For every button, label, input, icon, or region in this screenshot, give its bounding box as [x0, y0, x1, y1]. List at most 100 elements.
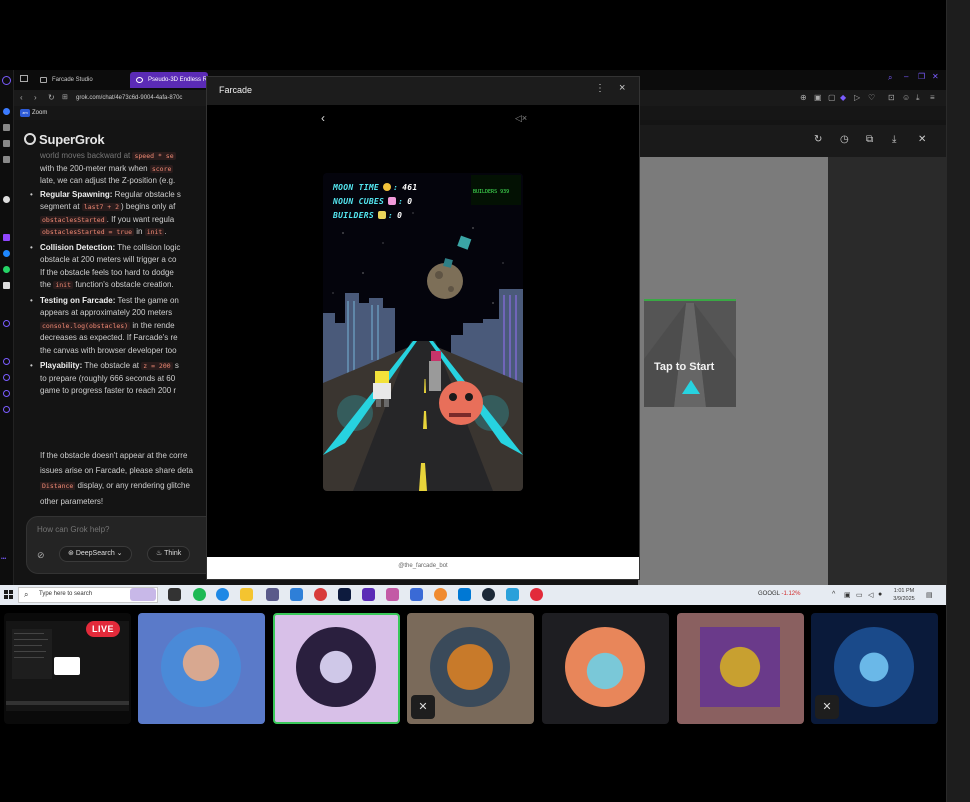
- side-scrollbar[interactable]: [946, 0, 970, 802]
- tab-favicon-icon: [40, 77, 47, 83]
- extension-icon[interactable]: ▢: [828, 93, 836, 103]
- download-icon[interactable]: ⤓: [892, 134, 896, 145]
- participant-tile[interactable]: [138, 613, 265, 724]
- opera-icon[interactable]: [530, 588, 543, 601]
- extension-icon[interactable]: ⊡: [888, 93, 895, 103]
- history-icon[interactable]: ◷: [840, 134, 849, 145]
- twitch-icon[interactable]: [3, 234, 10, 241]
- site-info-icon[interactable]: ⊞: [62, 93, 68, 103]
- inline-code: console.log(obstacles): [40, 321, 131, 330]
- participant-tile-active-speaker[interactable]: [273, 613, 400, 724]
- bookmark-zoom[interactable]: Zoom: [20, 108, 47, 118]
- sidebar-app-icon[interactable]: [3, 390, 10, 397]
- forward-icon[interactable]: ›: [34, 93, 37, 103]
- close-icon[interactable]: ×: [619, 82, 625, 94]
- screen-share-tile[interactable]: LIVE: [4, 613, 131, 724]
- telegram-icon[interactable]: [506, 588, 519, 601]
- participant-tile[interactable]: ✕: [407, 613, 534, 724]
- sidebar-app-icon[interactable]: [3, 196, 10, 203]
- speaker-mute-icon[interactable]: ◁×: [515, 113, 527, 124]
- grok-logo[interactable]: SuperGrok: [24, 132, 105, 147]
- tab-farcade-studio[interactable]: Farcade Studio: [34, 72, 124, 88]
- copy-icon[interactable]: ⧉: [866, 134, 873, 145]
- sidebar-app-icon[interactable]: [3, 124, 10, 131]
- notification-icon[interactable]: ▤: [926, 591, 933, 599]
- taskbar-app-icon[interactable]: [314, 588, 327, 601]
- settings-icon[interactable]: [3, 406, 10, 413]
- think-button[interactable]: ♨ Think: [147, 546, 191, 562]
- taskbar-app-icon[interactable]: [266, 588, 279, 601]
- response-line: with the 200-meter mark when score: [40, 163, 174, 173]
- tray-app-icon[interactable]: ▣: [844, 591, 851, 599]
- tab-pseudo-3d[interactable]: Pseudo-3D Endless R: [130, 72, 208, 88]
- more-icon[interactable]: •••: [1, 556, 6, 562]
- network-icon[interactable]: ▭: [856, 591, 863, 599]
- participant-tile[interactable]: [542, 613, 669, 724]
- zoom-icon[interactable]: ⊕: [800, 93, 807, 103]
- shield-icon[interactable]: ◆: [840, 93, 846, 103]
- windows-start-icon[interactable]: [4, 590, 14, 600]
- extension-icon[interactable]: ▣: [814, 93, 822, 103]
- maximize-icon[interactable]: ❐: [918, 72, 925, 81]
- deepsearch-button[interactable]: ⊛ DeepSearch ⌄: [59, 546, 132, 562]
- participant-tile[interactable]: [677, 613, 804, 724]
- response-line: obstaclesStarted = true in init.: [40, 227, 167, 236]
- stock-widget[interactable]: GOOGL -1.12%: [758, 591, 800, 597]
- file-explorer-icon[interactable]: [240, 588, 253, 601]
- taskbar-app-icon[interactable]: [386, 588, 399, 601]
- search-tabs-icon[interactable]: ⌕: [888, 73, 892, 83]
- whatsapp-icon[interactable]: [3, 266, 10, 273]
- tray-chevron-icon[interactable]: ^: [832, 591, 835, 598]
- inline-code: init: [53, 281, 73, 289]
- steam-icon[interactable]: [482, 588, 495, 601]
- messenger-icon[interactable]: [3, 250, 10, 257]
- close-icon[interactable]: ✕: [918, 134, 926, 145]
- game-canvas[interactable]: MOON TIME:461 NOUN CUBES:0 BUILDERS:0 BU…: [323, 173, 523, 491]
- sidebar-logo-icon[interactable]: [2, 76, 11, 85]
- response-line: game to progress faster to reach 200 r: [40, 386, 177, 395]
- bot-handle[interactable]: @the_farcade_bot: [207, 563, 639, 569]
- reload-icon[interactable]: ↻: [48, 93, 55, 103]
- history-icon[interactable]: [3, 374, 10, 381]
- taskbar-widget-icon[interactable]: [130, 588, 156, 601]
- refresh-icon[interactable]: ↻: [814, 134, 822, 145]
- blender-icon[interactable]: [434, 588, 447, 601]
- back-icon[interactable]: ‹: [20, 93, 23, 103]
- sidebar-app-icon[interactable]: [3, 140, 10, 147]
- tap-to-start-label[interactable]: Tap to Start: [654, 361, 714, 373]
- spotify-icon[interactable]: [193, 588, 206, 601]
- game-scene: [323, 173, 523, 491]
- sidebar-app-icon[interactable]: [3, 156, 10, 163]
- up-arrow-icon[interactable]: [682, 380, 700, 394]
- task-view-icon[interactable]: [168, 588, 181, 601]
- url-field[interactable]: grok.com/chat/4e73c6d-9004-4afa-870c: [76, 93, 216, 103]
- x-icon[interactable]: [3, 282, 10, 289]
- participant-tile[interactable]: ✕: [811, 613, 938, 724]
- sidebar-app-icon[interactable]: [3, 320, 10, 327]
- sidebar-app-icon[interactable]: [3, 358, 10, 365]
- sidebar-app-icon[interactable]: [3, 108, 10, 115]
- profile-icon[interactable]: ☺: [902, 93, 910, 103]
- back-icon[interactable]: ‹: [321, 111, 325, 125]
- window-close-icon[interactable]: ✕: [932, 72, 939, 81]
- menu-icon[interactable]: ≡: [930, 93, 935, 103]
- volume-icon[interactable]: ◁: [868, 591, 873, 599]
- heart-icon[interactable]: ♡: [868, 93, 875, 103]
- photoshop-icon[interactable]: [338, 588, 351, 601]
- edge-icon[interactable]: [216, 588, 229, 601]
- chat-input[interactable]: [37, 525, 208, 534]
- attach-icon[interactable]: ⊘: [37, 550, 45, 561]
- response-line: segment at last7 + 2) begins only af: [40, 202, 176, 211]
- taskbar-app-icon[interactable]: [410, 588, 423, 601]
- more-vertical-icon[interactable]: ⋮: [595, 83, 605, 94]
- taskbar-app-icon[interactable]: [290, 588, 303, 601]
- download-icon[interactable]: ⤓: [916, 93, 920, 103]
- vscode-icon[interactable]: [458, 588, 471, 601]
- browser-icon[interactable]: [362, 588, 375, 601]
- play-icon[interactable]: ▷: [854, 93, 860, 103]
- taskbar-clock[interactable]: 1:01 PM 3/9/2025: [889, 587, 919, 603]
- tab-actions-icon[interactable]: [20, 75, 28, 82]
- minimize-icon[interactable]: –: [904, 72, 908, 81]
- mic-icon[interactable]: ●: [878, 591, 882, 598]
- deepsearch-icon: ⊛: [68, 550, 76, 557]
